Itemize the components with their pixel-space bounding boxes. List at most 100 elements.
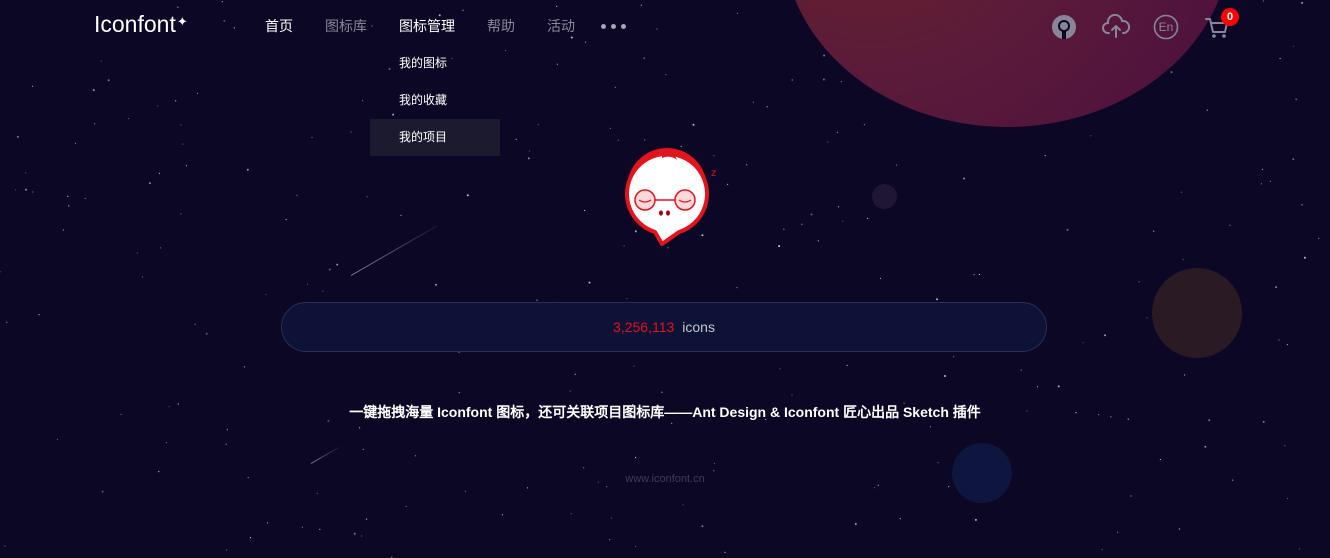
star-decoration <box>400 214 402 217</box>
star-decoration <box>827 141 829 143</box>
star-decoration <box>265 293 267 296</box>
avatar-icon[interactable] <box>1051 14 1077 40</box>
star-decoration <box>783 228 785 230</box>
star-decoration <box>74 142 77 144</box>
star-decoration <box>1287 497 1289 500</box>
star-decoration <box>361 100 364 102</box>
cart-count-badge: 0 <box>1221 8 1239 26</box>
star-decoration <box>94 123 96 125</box>
star-decoration <box>644 139 646 141</box>
star-decoration <box>141 276 144 278</box>
star-decoration <box>556 5 558 7</box>
star-decoration <box>614 86 617 88</box>
nav-item-help[interactable]: 帮助 <box>487 16 515 36</box>
nav-item-icon-management[interactable]: 图标管理 <box>399 16 455 36</box>
star-decoration <box>328 268 331 271</box>
star-decoration <box>1153 230 1155 232</box>
star-decoration <box>583 467 585 469</box>
star-decoration <box>574 373 576 375</box>
star-decoration <box>1020 369 1022 371</box>
star-decoration <box>727 183 729 185</box>
icon-management-dropdown: 我的图标 我的收藏 我的项目 <box>370 45 500 156</box>
nav-item-activity[interactable]: 活动 <box>547 16 575 36</box>
icon-count: 3,256,113 <box>613 319 675 335</box>
star-decoration <box>867 217 869 219</box>
star-decoration <box>319 528 321 531</box>
star-decoration <box>671 422 673 424</box>
star-decoration <box>626 298 628 300</box>
star-decoration <box>973 274 975 276</box>
star-decoration <box>466 194 469 197</box>
nav-item-home[interactable]: 首页 <box>265 16 293 36</box>
star-decoration <box>1082 342 1084 344</box>
star-decoration <box>16 135 19 138</box>
star-decoration <box>32 191 34 193</box>
star-decoration <box>1278 339 1280 341</box>
star-decoration <box>158 172 161 174</box>
star-decoration <box>837 206 840 208</box>
logo[interactable]: Iconfont✦ <box>94 10 188 38</box>
star-decoration <box>713 462 716 465</box>
star-decoration <box>895 164 898 166</box>
star-decoration <box>1292 45 1294 47</box>
dropdown-item-my-projects[interactable]: 我的项目 <box>370 119 500 156</box>
star-decoration <box>1146 317 1148 319</box>
star-decoration <box>836 131 839 133</box>
logo-mark-icon: ✦ <box>176 14 188 29</box>
star-decoration <box>185 165 188 167</box>
star-decoration <box>1066 228 1069 231</box>
star-decoration <box>842 220 844 222</box>
star-decoration <box>953 356 955 358</box>
upload-icon[interactable] <box>1102 13 1131 40</box>
cart-icon[interactable]: 0 <box>1204 8 1239 40</box>
star-decoration <box>68 205 70 207</box>
star-decoration <box>610 517 613 519</box>
star-decoration <box>1170 71 1173 74</box>
star-decoration <box>817 240 819 242</box>
nav-item-icon-library[interactable]: 图标库 <box>325 16 367 36</box>
star-decoration <box>617 139 619 141</box>
star-decoration <box>1138 281 1140 283</box>
star-decoration <box>1036 386 1039 388</box>
star-decoration <box>1262 0 1265 2</box>
star-decoration <box>285 219 287 221</box>
star-decoration <box>736 287 738 289</box>
star-decoration <box>779 368 781 370</box>
footer-url: www.iconfont.cn <box>625 473 705 485</box>
star-decoration <box>362 448 364 450</box>
star-decoration <box>929 426 932 428</box>
star-decoration <box>165 442 167 444</box>
star-decoration <box>1101 548 1103 550</box>
dropdown-item-my-favorites[interactable]: 我的收藏 <box>370 82 500 119</box>
star-decoration <box>1301 204 1303 206</box>
star-decoration <box>692 123 695 126</box>
star-decoration <box>1292 158 1295 161</box>
star-decoration <box>724 551 726 554</box>
star-decoration <box>84 197 86 200</box>
star-decoration <box>588 281 591 284</box>
more-dots-icon[interactable] <box>601 23 626 29</box>
star-decoration <box>879 277 882 279</box>
star-decoration <box>640 4 642 6</box>
star-decoration <box>1104 334 1106 337</box>
star-decoration <box>350 131 352 133</box>
star-decoration <box>67 195 69 197</box>
star-decoration <box>746 164 748 166</box>
star-decoration <box>1318 237 1320 239</box>
star-decoration <box>246 168 249 171</box>
star-decoration <box>1117 531 1119 533</box>
language-en-icon[interactable]: En <box>1153 14 1179 40</box>
star-decoration <box>1229 224 1231 226</box>
star-decoration <box>1269 180 1271 182</box>
search-bar[interactable]: 3,256,113 icons <box>281 302 1047 352</box>
star-decoration <box>316 492 318 494</box>
star-decoration <box>177 6 179 8</box>
meteor-decoration <box>350 225 437 276</box>
star-decoration <box>1044 155 1046 157</box>
dropdown-item-my-icons[interactable]: 我的图标 <box>370 45 500 82</box>
star-decoration <box>680 145 682 148</box>
star-decoration <box>606 486 608 488</box>
star-decoration <box>823 54 826 57</box>
star-decoration <box>25 188 27 191</box>
star-decoration <box>1184 374 1186 376</box>
